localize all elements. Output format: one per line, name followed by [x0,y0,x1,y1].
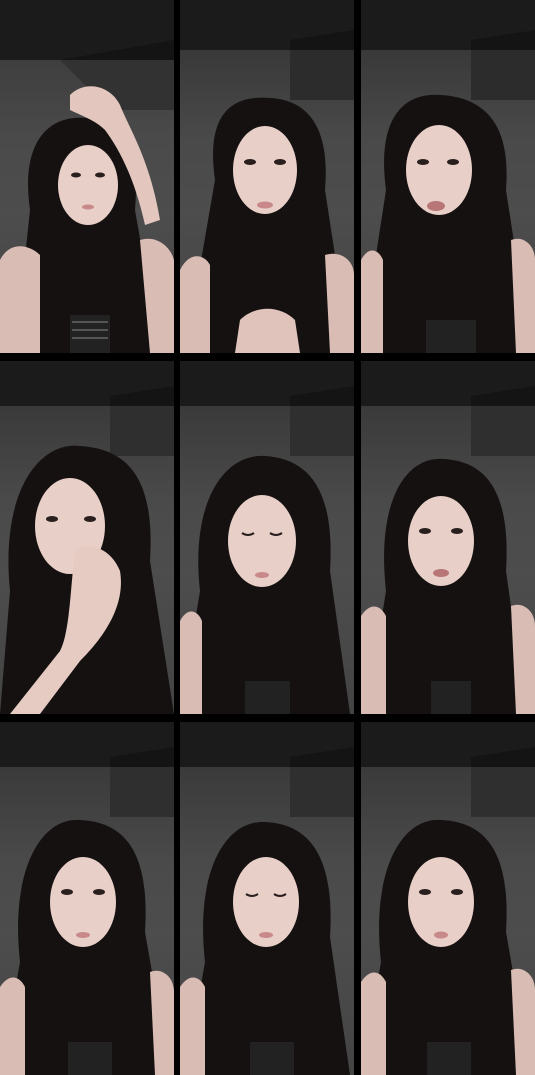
frame-4-hand-at-nose [0,361,174,714]
portrait-8 [180,722,354,1075]
frame-1-hand-raised [0,0,174,353]
portrait-9 [361,722,535,1075]
video-frame-grid [0,0,535,1075]
portrait-1 [0,0,174,353]
portrait-6 [361,361,535,714]
frame-6-speaking [361,361,535,714]
portrait-4 [0,361,174,714]
frame-8-eyes-closed [180,722,354,1075]
frame-2-speaking [180,0,354,353]
frame-7-neutral [0,722,174,1075]
portrait-2 [180,0,354,353]
frame-3-speaking [361,0,535,353]
portrait-7 [0,722,174,1075]
portrait-3 [361,0,535,353]
frame-5-eyes-closed [180,361,354,714]
frame-9-neutral [361,722,535,1075]
portrait-5 [180,361,354,714]
